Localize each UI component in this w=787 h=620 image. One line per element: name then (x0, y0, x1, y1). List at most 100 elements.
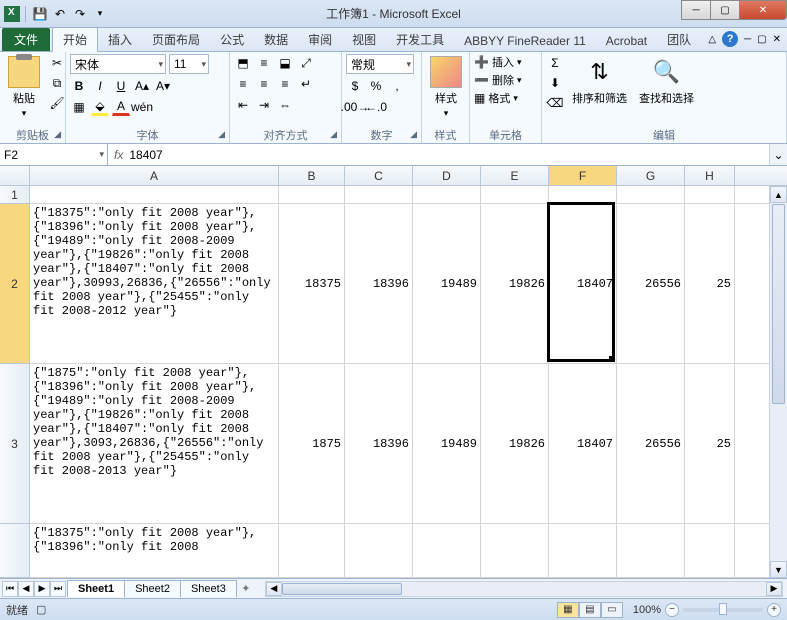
cell[interactable]: 18396 (345, 364, 413, 523)
close-button[interactable]: ✕ (739, 0, 787, 20)
column-header[interactable]: B (279, 166, 345, 185)
tab-data[interactable]: 数据 (254, 28, 298, 51)
clipboard-launcher-icon[interactable]: ◢ (54, 129, 61, 140)
undo-icon[interactable]: ↶ (51, 5, 69, 23)
formula-input[interactable] (129, 148, 763, 162)
sheet-nav-next-icon[interactable]: ▶ (34, 581, 50, 597)
borders-icon[interactable]: ▦ (70, 98, 88, 116)
vertical-scrollbar[interactable]: ▲ ▼ (769, 186, 787, 578)
column-header[interactable]: H (685, 166, 735, 185)
accounting-format-icon[interactable]: $ (346, 77, 364, 95)
macro-record-icon[interactable]: ▢ (36, 603, 46, 616)
cell[interactable]: 18375 (279, 204, 345, 363)
sheet-nav-first-icon[interactable]: ⏮ (2, 581, 18, 597)
cell[interactable]: 18396 (345, 204, 413, 363)
increase-indent-icon[interactable]: ⇥ (255, 96, 273, 114)
cell[interactable]: 19826 (481, 204, 549, 363)
font-launcher-icon[interactable]: ◢ (218, 129, 225, 140)
paste-button[interactable]: 粘贴 ▾ (4, 54, 44, 121)
cell[interactable] (481, 186, 549, 203)
cell[interactable]: 19489 (413, 364, 481, 523)
insert-cells-button[interactable]: ➕插入▾ (474, 54, 521, 70)
help-icon[interactable]: ? (722, 31, 738, 47)
vertical-scroll-thumb[interactable] (772, 204, 785, 404)
sheet-tab[interactable]: Sheet3 (180, 580, 237, 597)
clear-icon[interactable]: ⌫ (546, 94, 564, 112)
sheet-nav-last-icon[interactable]: ⏭ (50, 581, 66, 597)
cell[interactable]: 18407 (549, 364, 617, 523)
cell[interactable] (30, 186, 279, 203)
font-name-combo[interactable]: 宋体 (70, 54, 166, 74)
column-header[interactable]: D (413, 166, 481, 185)
row-header[interactable]: 1 (0, 186, 30, 204)
cell[interactable] (617, 524, 685, 577)
column-header[interactable]: E (481, 166, 549, 185)
zoom-slider[interactable] (683, 608, 763, 612)
sheet-tab[interactable]: Sheet2 (124, 580, 181, 597)
autosum-icon[interactable]: Σ (546, 54, 564, 72)
add-sheet-icon[interactable]: ✦ (237, 582, 255, 595)
sort-filter-button[interactable]: ⇅ 排序和筛选 (568, 54, 631, 108)
font-color-icon[interactable]: A (112, 98, 130, 116)
phonetic-icon[interactable]: wén (133, 98, 151, 116)
tab-view[interactable]: 视图 (342, 28, 386, 51)
cell[interactable] (345, 186, 413, 203)
row-header[interactable] (0, 524, 30, 578)
column-header[interactable]: A (30, 166, 279, 185)
bold-button[interactable]: B (70, 77, 88, 95)
align-right-icon[interactable]: ≡ (276, 75, 294, 93)
scroll-up-icon[interactable]: ▲ (770, 186, 787, 203)
comma-format-icon[interactable]: , (388, 77, 406, 95)
scroll-down-icon[interactable]: ▼ (770, 561, 787, 578)
column-header[interactable]: G (617, 166, 685, 185)
maximize-button[interactable]: ▢ (710, 0, 740, 20)
increase-decimal-icon[interactable]: .00→ (346, 98, 364, 116)
tab-developer[interactable]: 开发工具 (386, 28, 454, 51)
percent-format-icon[interactable]: % (367, 77, 385, 95)
wrap-text-icon[interactable]: ↵ (297, 75, 315, 93)
merge-center-icon[interactable]: ⇔ (276, 96, 294, 114)
scroll-right-icon[interactable]: ▶ (766, 582, 782, 596)
cell[interactable]: 25 (685, 364, 735, 523)
cell[interactable]: 18407 (549, 204, 617, 363)
decrease-indent-icon[interactable]: ⇤ (234, 96, 252, 114)
doc-minimize-icon[interactable]: ─ (744, 34, 751, 45)
format-painter-icon[interactable]: 🖌 (48, 94, 66, 112)
copy-icon[interactable]: ⧉ (48, 74, 66, 92)
cell[interactable]: 1875 (279, 364, 345, 523)
cell[interactable]: {"18375":"only fit 2008 year"},{"18396":… (30, 204, 279, 363)
save-icon[interactable]: 💾 (31, 5, 49, 23)
select-all-corner[interactable] (0, 166, 30, 185)
tab-home[interactable]: 开始 (52, 27, 98, 52)
cell[interactable]: 26556 (617, 204, 685, 363)
shrink-font-icon[interactable]: A▾ (154, 77, 172, 95)
cell[interactable] (549, 186, 617, 203)
doc-close-icon[interactable]: ✕ (773, 34, 781, 45)
tab-abbyy[interactable]: ABBYY FineReader 11 (454, 31, 596, 51)
row-header[interactable]: 3 (0, 364, 30, 524)
sheet-tab[interactable]: Sheet1 (67, 580, 125, 597)
tab-review[interactable]: 审阅 (298, 28, 342, 51)
font-size-combo[interactable]: 11 (169, 54, 209, 74)
cell[interactable]: 19826 (481, 364, 549, 523)
zoom-in-icon[interactable]: + (767, 603, 781, 617)
redo-icon[interactable]: ↷ (71, 5, 89, 23)
orientation-icon[interactable]: ⤢ (297, 54, 315, 72)
cut-icon[interactable]: ✂ (48, 54, 66, 72)
normal-view-icon[interactable]: ▦ (557, 602, 579, 618)
tab-insert[interactable]: 插入 (98, 28, 142, 51)
scroll-left-icon[interactable]: ◀ (266, 582, 282, 596)
row-header[interactable]: 2 (0, 204, 30, 364)
decrease-decimal-icon[interactable]: ←.0 (367, 98, 385, 116)
tab-formulas[interactable]: 公式 (210, 28, 254, 51)
cell[interactable] (279, 186, 345, 203)
qat-customize-icon[interactable]: ▾ (91, 5, 109, 23)
cell[interactable]: 19489 (413, 204, 481, 363)
grow-font-icon[interactable]: A▴ (133, 77, 151, 95)
number-launcher-icon[interactable]: ◢ (410, 129, 417, 140)
page-layout-view-icon[interactable]: ▤ (579, 602, 601, 618)
page-break-view-icon[interactable]: ▭ (601, 602, 623, 618)
horizontal-scrollbar[interactable]: ◀ ▶ (265, 581, 783, 597)
italic-button[interactable]: I (91, 77, 109, 95)
cell[interactable] (413, 524, 481, 577)
